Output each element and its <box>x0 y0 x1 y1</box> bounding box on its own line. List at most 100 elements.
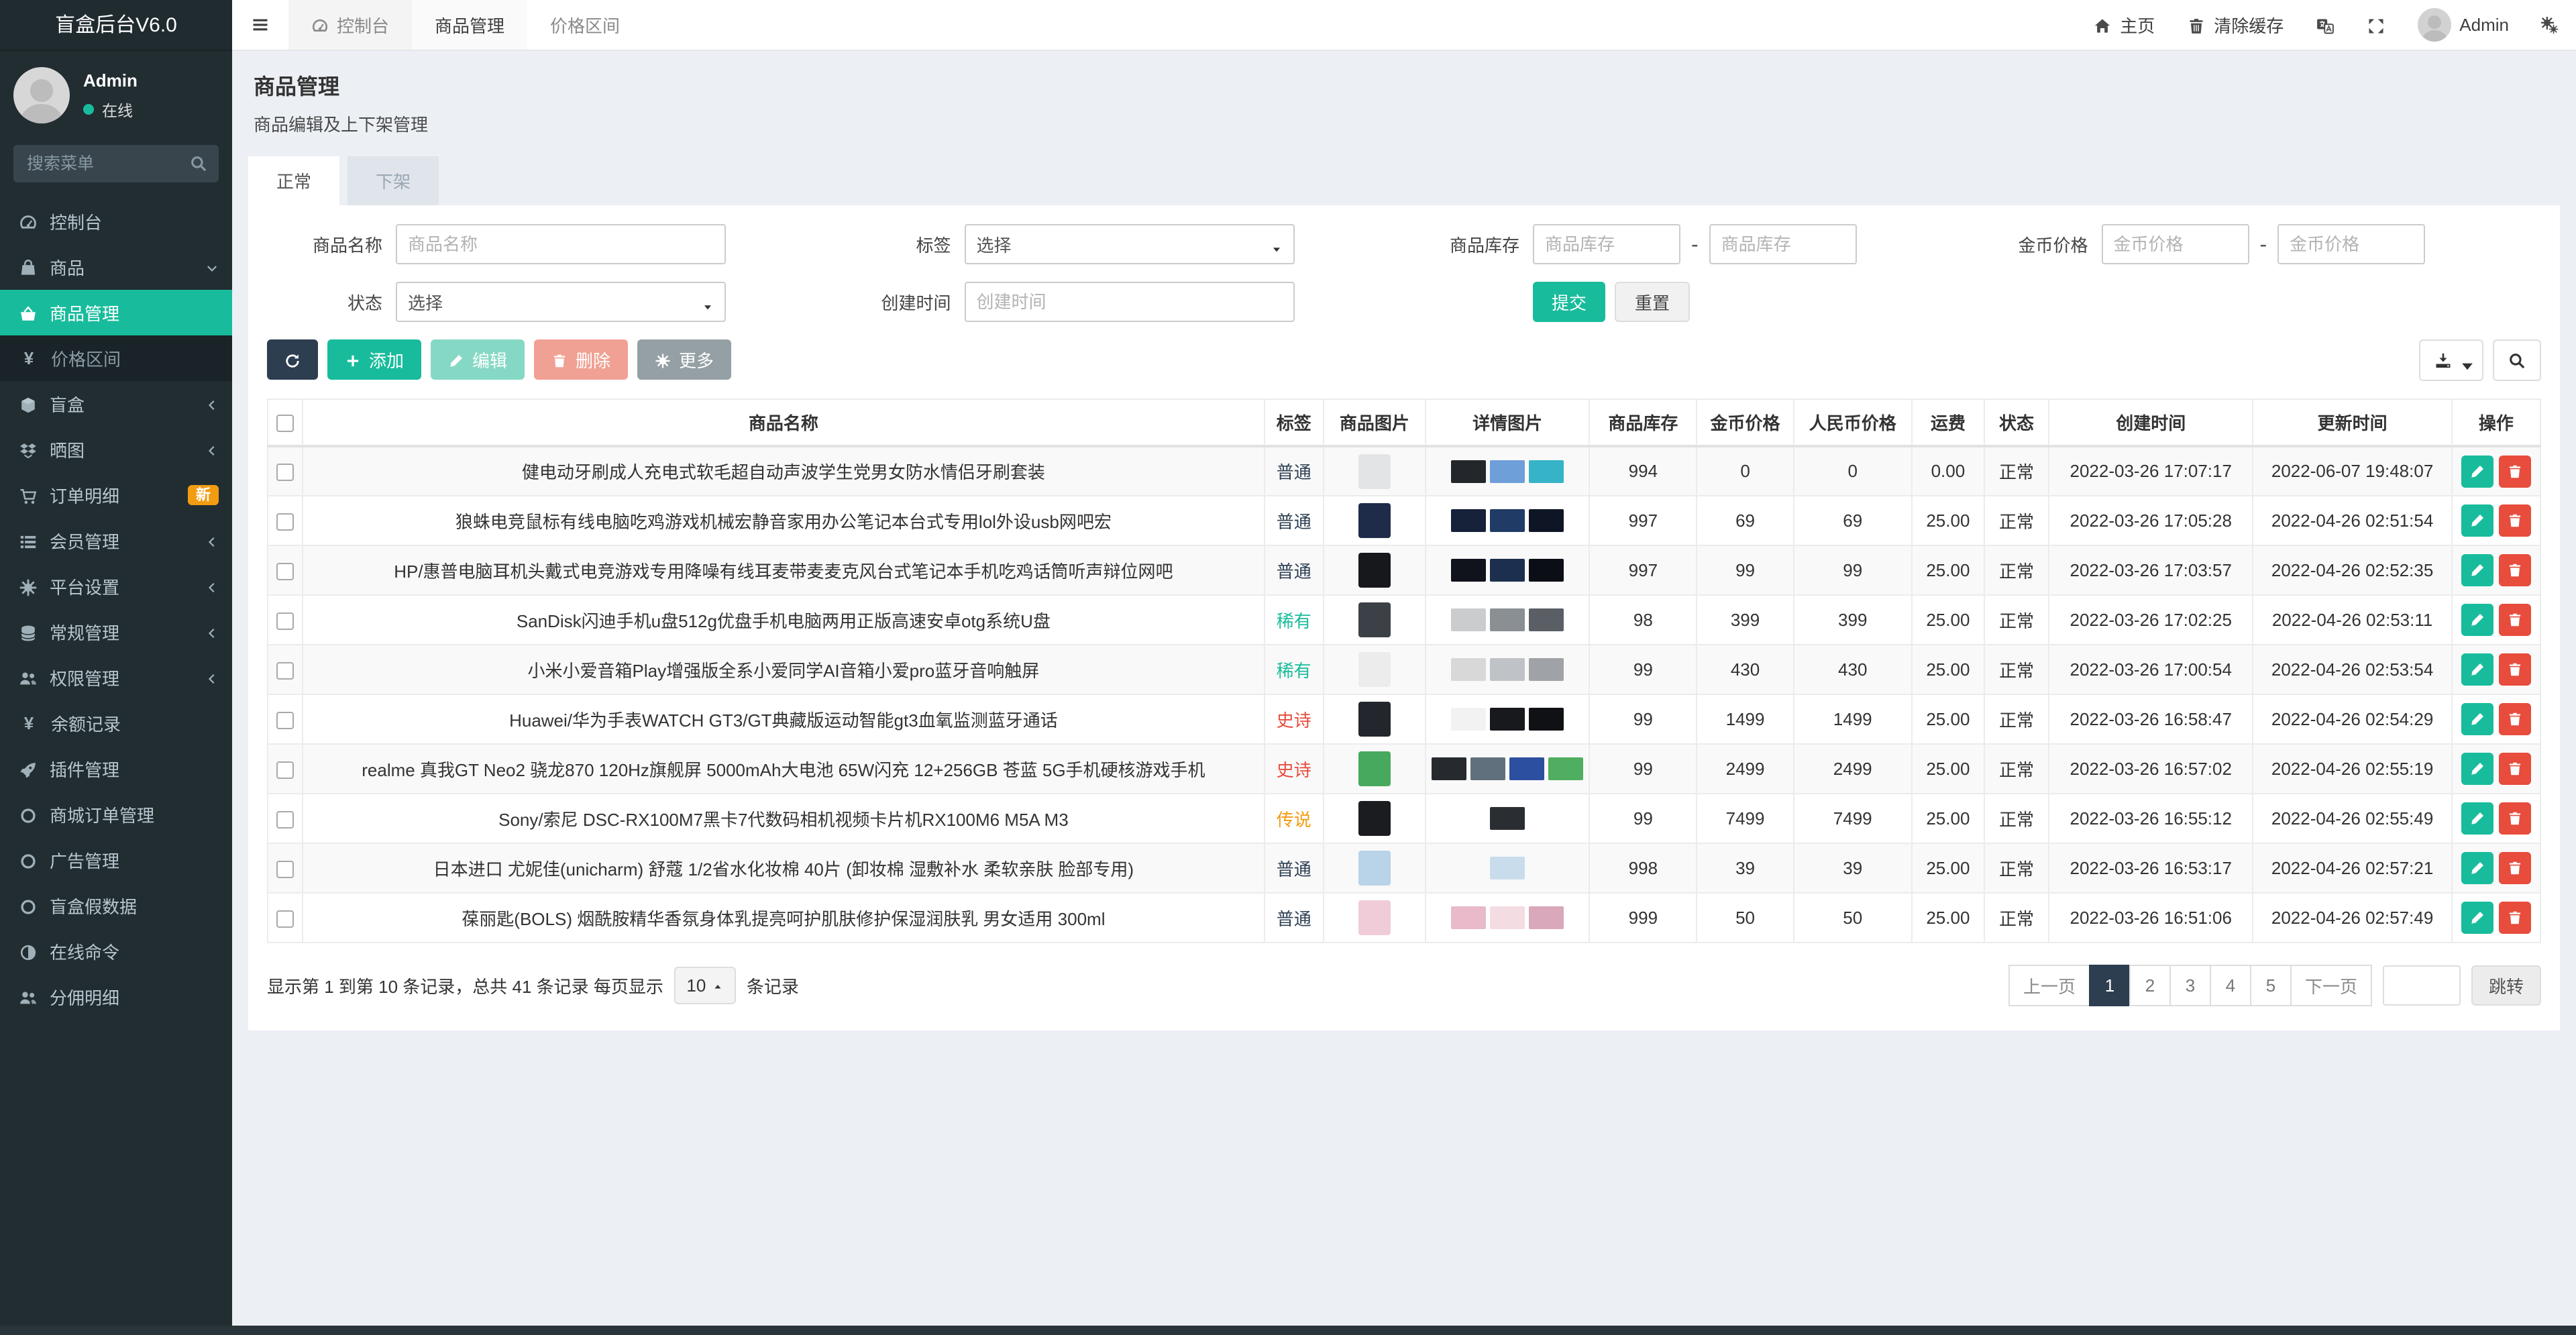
page-jump-input[interactable] <box>2383 965 2461 1006</box>
row-edit-button[interactable] <box>2461 604 2493 636</box>
row-checkbox[interactable] <box>276 612 294 630</box>
row-delete-button[interactable] <box>2499 456 2531 488</box>
sidebar-item-9[interactable]: 常规管理 <box>0 609 232 655</box>
sidebar-item-17[interactable]: 分佣明细 <box>0 974 232 1020</box>
row-delete-button[interactable] <box>2499 902 2531 934</box>
pagination-page-1[interactable]: 1 <box>2089 965 2131 1006</box>
select-all-checkbox[interactable] <box>276 415 294 432</box>
delete-button[interactable]: 删除 <box>534 339 628 380</box>
status-tab-0[interactable]: 正常 <box>248 156 339 205</box>
product-image[interactable] <box>1358 553 1391 588</box>
pagination-prev[interactable]: 上一页 <box>2008 965 2090 1006</box>
refresh-button[interactable] <box>267 339 318 380</box>
product-image[interactable] <box>1358 801 1391 836</box>
detail-image[interactable] <box>1451 460 1486 483</box>
status-tab-1[interactable]: 下架 <box>347 156 439 205</box>
pagination-page-2[interactable]: 2 <box>2129 965 2171 1006</box>
sidebar-item-16[interactable]: 在线命令 <box>0 928 232 974</box>
menu-search-input[interactable] <box>13 145 219 182</box>
sidebar-item-6[interactable]: 订单明细新 <box>0 472 232 518</box>
add-button[interactable]: 添加 <box>327 339 421 380</box>
row-edit-button[interactable] <box>2461 902 2493 934</box>
row-checkbox[interactable] <box>276 811 294 829</box>
horizontal-scrollbar[interactable] <box>0 1326 2576 1335</box>
nav-tab-1[interactable]: 商品管理 <box>412 0 527 50</box>
name-filter-input[interactable] <box>396 224 726 264</box>
detail-image[interactable] <box>1529 906 1564 929</box>
detail-image[interactable] <box>1490 460 1525 483</box>
row-checkbox[interactable] <box>276 861 294 878</box>
detail-image[interactable] <box>1490 559 1525 582</box>
detail-image[interactable] <box>1490 857 1525 879</box>
stock-max-input[interactable] <box>1709 224 1857 264</box>
detail-image[interactable] <box>1451 509 1486 532</box>
detail-image[interactable] <box>1470 757 1505 780</box>
row-edit-button[interactable] <box>2461 753 2493 785</box>
detail-image[interactable] <box>1529 460 1564 483</box>
sidebar-item-13[interactable]: 商城订单管理 <box>0 792 232 837</box>
detail-image[interactable] <box>1509 757 1544 780</box>
page-jump-button[interactable]: 跳转 <box>2471 965 2541 1006</box>
product-image[interactable] <box>1358 751 1391 786</box>
detail-image[interactable] <box>1490 658 1525 681</box>
row-edit-button[interactable] <box>2461 703 2493 735</box>
product-image[interactable] <box>1358 454 1391 489</box>
pagination-page-3[interactable]: 3 <box>2169 965 2211 1006</box>
submit-button[interactable]: 提交 <box>1533 282 1605 322</box>
settings-menu[interactable] <box>2525 0 2576 50</box>
product-image[interactable] <box>1358 702 1391 737</box>
reset-button[interactable]: 重置 <box>1615 282 1690 322</box>
product-image[interactable] <box>1358 602 1391 637</box>
sidebar-item-12[interactable]: 插件管理 <box>0 746 232 792</box>
detail-image[interactable] <box>1529 708 1564 731</box>
detail-image[interactable] <box>1490 807 1525 830</box>
detail-image[interactable] <box>1451 608 1486 631</box>
sidebar-item-15[interactable]: 盲盒假数据 <box>0 883 232 928</box>
page-size-select[interactable]: 10 <box>674 967 736 1004</box>
sidebar-item-14[interactable]: 广告管理 <box>0 837 232 883</box>
sidebar-item-8[interactable]: 平台设置 <box>0 564 232 609</box>
detail-image[interactable] <box>1490 906 1525 929</box>
more-button[interactable]: 更多 <box>637 339 731 380</box>
user-menu[interactable]: Admin <box>2402 0 2525 50</box>
home-link[interactable]: 主页 <box>2077 0 2171 50</box>
detail-image[interactable] <box>1490 708 1525 731</box>
row-delete-button[interactable] <box>2499 802 2531 835</box>
product-image[interactable] <box>1358 503 1391 538</box>
sidebar-item-10[interactable]: 权限管理 <box>0 655 232 700</box>
language-switch[interactable] <box>2300 0 2351 50</box>
row-delete-button[interactable] <box>2499 753 2531 785</box>
row-delete-button[interactable] <box>2499 604 2531 636</box>
gold-min-input[interactable] <box>2102 224 2249 264</box>
created-time-input[interactable] <box>965 282 1295 322</box>
detail-image[interactable] <box>1451 559 1486 582</box>
fullscreen-toggle[interactable] <box>2351 0 2402 50</box>
pagination-page-5[interactable]: 5 <box>2250 965 2292 1006</box>
row-edit-button[interactable] <box>2461 802 2493 835</box>
product-image[interactable] <box>1358 652 1391 687</box>
detail-image[interactable] <box>1529 559 1564 582</box>
product-image[interactable] <box>1358 851 1391 886</box>
detail-image[interactable] <box>1490 509 1525 532</box>
row-checkbox[interactable] <box>276 712 294 729</box>
detail-image[interactable] <box>1451 708 1486 731</box>
detail-image[interactable] <box>1529 658 1564 681</box>
row-checkbox[interactable] <box>276 513 294 531</box>
row-delete-button[interactable] <box>2499 504 2531 537</box>
pagination-page-4[interactable]: 4 <box>2210 965 2251 1006</box>
sidebar-item-11[interactable]: ¥余额记录 <box>0 700 232 746</box>
row-edit-button[interactable] <box>2461 456 2493 488</box>
row-edit-button[interactable] <box>2461 504 2493 537</box>
detail-image[interactable] <box>1529 509 1564 532</box>
row-delete-button[interactable] <box>2499 852 2531 884</box>
row-delete-button[interactable] <box>2499 554 2531 586</box>
row-edit-button[interactable] <box>2461 852 2493 884</box>
detail-image[interactable] <box>1529 608 1564 631</box>
nav-tab-0[interactable]: 控制台 <box>288 0 412 50</box>
row-checkbox[interactable] <box>276 662 294 680</box>
detail-image[interactable] <box>1490 608 1525 631</box>
row-checkbox[interactable] <box>276 563 294 580</box>
sidebar-item-4[interactable]: 盲盒 <box>0 381 232 427</box>
sidebar-item-1[interactable]: 商品 <box>0 244 232 290</box>
edit-button[interactable]: 编辑 <box>431 339 525 380</box>
